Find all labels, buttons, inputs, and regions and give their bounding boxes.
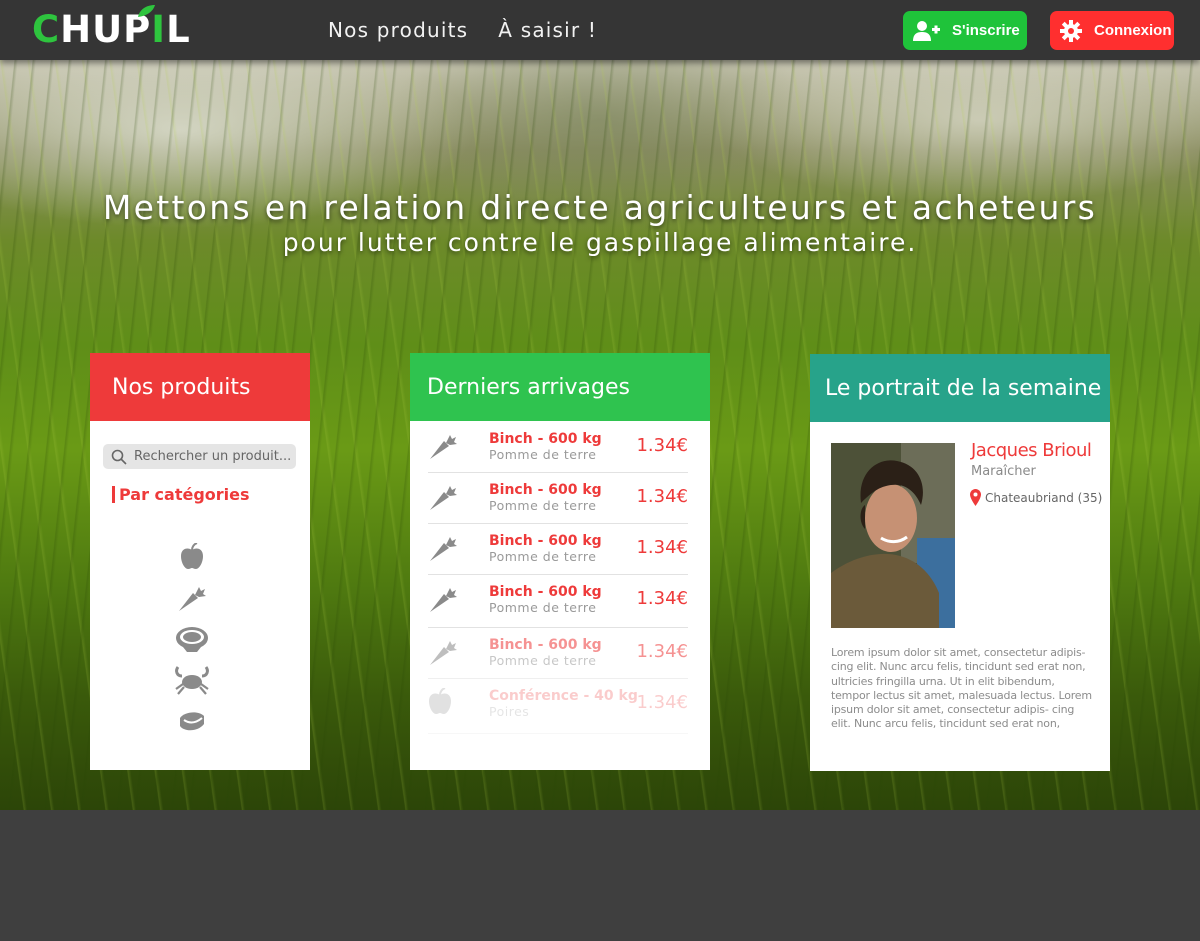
search-icon <box>111 449 127 465</box>
arrival-title: Binch - 600 kg <box>489 533 602 549</box>
location-pin-icon <box>970 489 981 506</box>
arrival-price: 1.34€ <box>636 435 688 456</box>
leaf-icon <box>138 5 155 17</box>
crab-icon <box>175 665 209 695</box>
arrivals-card: Derniers arrivages Binch - 600 kg Pomme d… <box>410 353 710 770</box>
hero-title: Mettons en relation directe agriculteurs… <box>102 188 1098 227</box>
meat-icon <box>176 626 208 652</box>
farmer-role: Maraîcher <box>971 464 1036 479</box>
carrot-icon <box>428 637 458 667</box>
arrival-price: 1.34€ <box>636 486 688 507</box>
arrival-price: 1.34€ <box>636 641 688 662</box>
category-seafood[interactable] <box>174 659 210 700</box>
category-cheese[interactable] <box>174 700 210 741</box>
logo-text: CHUPIL <box>32 8 191 51</box>
carrot-icon <box>428 584 458 614</box>
arrival-row[interactable]: Binch - 600 kg Pomme de terre 1.34€ <box>428 524 688 575</box>
arrivals-card-title: Derniers arrivages <box>410 353 710 421</box>
cheese-icon <box>180 711 204 730</box>
farmer-location-text: Chateaubriand (35) <box>985 490 1103 505</box>
category-vegetables[interactable] <box>174 577 210 618</box>
arrival-subtitle: Pomme de terre <box>489 498 597 513</box>
signup-label: S'inscrire <box>952 22 1020 39</box>
farmer-portrait-image <box>831 443 955 628</box>
main-nav: Nos produits À saisir ! <box>328 18 597 42</box>
farmer-name[interactable]: Jacques Brioul <box>971 440 1092 461</box>
carrot-icon <box>428 482 458 512</box>
top-navbar: CHUPIL Nos produits À saisir ! S'inscrir… <box>0 0 1200 60</box>
carrot-icon <box>428 533 458 563</box>
apple-icon <box>181 543 203 569</box>
portrait-card: Le portrait de la semaine Jacques Brioul… <box>810 354 1110 771</box>
arrival-row[interactable]: Binch - 600 kg Pomme de terre 1.34€ <box>428 422 688 473</box>
products-card-title: Nos produits <box>90 353 310 421</box>
arrival-row[interactable]: Binch - 600 kg Pomme de terre 1.34€ <box>428 575 688 628</box>
login-button[interactable]: Connexion <box>1050 11 1174 50</box>
farmer-bio: Lorem ipsum dolor sit amet, consectetur … <box>831 646 1092 731</box>
arrival-row[interactable]: Binch - 600 kg Pomme de terre 1.34€ <box>428 473 688 524</box>
arrival-title: Binch - 600 kg <box>489 584 602 600</box>
arrival-subtitle: Pomme de terre <box>489 653 597 668</box>
portrait-card-title: Le portrait de la semaine <box>810 354 1110 422</box>
arrival-row[interactable]: Conférence - 40 kg Poires 1.34€ <box>428 679 688 734</box>
arrival-price: 1.34€ <box>636 588 688 609</box>
farmer-photo <box>831 443 955 628</box>
signup-button[interactable]: S'inscrire <box>903 11 1027 50</box>
arrival-title: Conférence - 40 kg <box>489 688 638 704</box>
products-card: Nos produits Rechercher un produit... Pa… <box>90 353 310 770</box>
nav-nos-produits[interactable]: Nos produits <box>328 18 468 42</box>
arrival-subtitle: Poires <box>489 704 530 719</box>
login-label: Connexion <box>1094 22 1172 39</box>
nav-a-saisir[interactable]: À saisir ! <box>498 18 597 42</box>
apple-icon <box>428 687 458 718</box>
category-list <box>174 536 210 741</box>
gear-icon <box>1060 19 1082 42</box>
arrival-row[interactable]: Binch - 600 kg Pomme de terre 1.34€ <box>428 628 688 679</box>
arrival-title: Binch - 600 kg <box>489 637 602 653</box>
categories-title: Par catégories <box>112 486 250 503</box>
arrival-subtitle: Pomme de terre <box>489 549 597 564</box>
arrival-title: Binch - 600 kg <box>489 431 602 447</box>
arrival-subtitle: Pomme de terre <box>489 600 597 615</box>
arrival-title: Binch - 600 kg <box>489 482 602 498</box>
category-meat[interactable] <box>174 618 210 659</box>
hero-subtitle: pour lutter contre le gaspillage aliment… <box>282 228 918 257</box>
search-placeholder: Rechercher un produit... <box>134 449 292 464</box>
add-user-icon <box>913 20 940 41</box>
arrival-price: 1.34€ <box>636 537 688 558</box>
arrivals-list: Binch - 600 kg Pomme de terre 1.34€ Binch -… <box>428 422 688 734</box>
carrot-icon <box>428 431 458 461</box>
category-fruits[interactable] <box>174 536 210 577</box>
chupil-logo[interactable]: CHUPIL <box>32 5 191 52</box>
arrival-price: 1.34€ <box>636 692 688 713</box>
carrot-icon <box>179 586 206 611</box>
product-search-input[interactable]: Rechercher un produit... <box>103 444 296 469</box>
farmer-location: Chateaubriand (35) <box>970 489 1102 506</box>
arrival-subtitle: Pomme de terre <box>489 447 597 462</box>
